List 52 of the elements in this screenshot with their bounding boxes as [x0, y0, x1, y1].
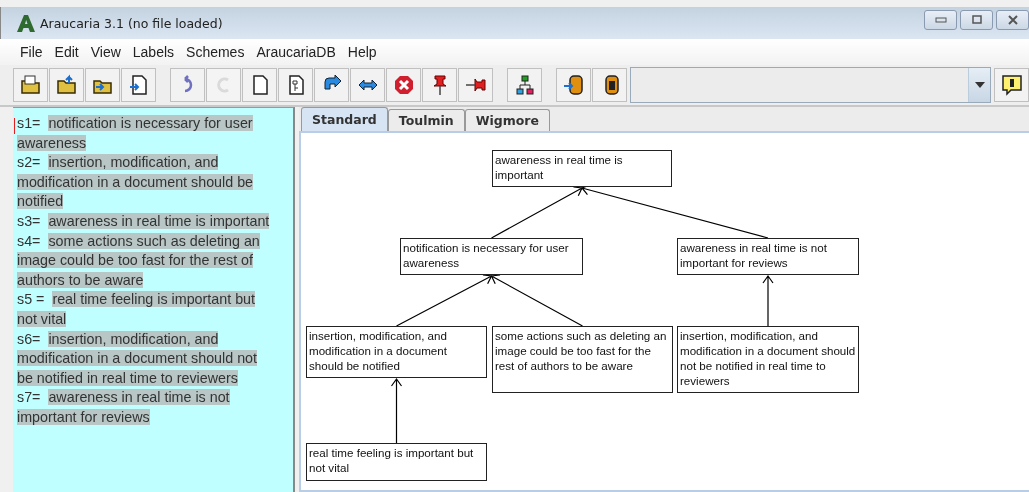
argument-node[interactable]: awareness in real time is not important for reviews — [677, 238, 859, 275]
toolbar-button[interactable] — [85, 68, 120, 102]
close-button[interactable] — [996, 10, 1029, 30]
labels-menu[interactable]: Labels — [132, 44, 175, 60]
arrow — [390, 377, 403, 444]
toolbar-button[interactable] — [458, 68, 493, 102]
maximize-button[interactable] — [960, 10, 993, 30]
toolbar-button[interactable] — [121, 68, 156, 102]
argument-node[interactable]: some actions such as deleting an image could be too fast for the rest of authors to be aware — [492, 326, 673, 393]
argument-node[interactable]: real time feeling is important but not vital — [306, 443, 487, 481]
app-icon — [17, 14, 35, 32]
argument-node[interactable]: insertion, modification, and modification in a document should be notified — [306, 326, 487, 378]
folder-icon — [55, 74, 78, 96]
window-title: Araucaria 3.1 (no file loaded) — [40, 15, 223, 31]
close-icon — [1006, 15, 1019, 25]
schemes-menu[interactable]: Schemes — [186, 44, 245, 60]
maximize-icon — [970, 15, 983, 25]
statement: s7= awareness in real time is not important for reviews — [17, 388, 231, 427]
view-tab[interactable]: Wigmore — [464, 109, 550, 131]
argument-node[interactable]: awareness in real time is important — [492, 150, 672, 187]
toolbar-button[interactable] — [49, 68, 84, 102]
toolbar-button[interactable] — [13, 68, 48, 102]
toolbar-button[interactable] — [592, 68, 627, 102]
text-cursor — [14, 118, 15, 134]
toolbar-button[interactable] — [350, 68, 385, 102]
toolbar-button[interactable] — [422, 68, 457, 102]
toolbar-button[interactable] — [507, 68, 542, 102]
tree-icon — [513, 74, 536, 96]
toolbar-button[interactable] — [556, 68, 591, 102]
minimize-icon — [934, 17, 947, 23]
dropdown-caret-icon — [974, 82, 985, 88]
arrow — [762, 274, 774, 327]
undo-button[interactable] — [170, 68, 205, 102]
view-tab[interactable]: Standard — [301, 107, 388, 131]
statement: s3= awareness in real time is important — [17, 211, 271, 231]
view-tab[interactable]: Toulmin — [387, 109, 465, 131]
toolbar-button[interactable] — [278, 68, 313, 102]
database-icon — [562, 74, 585, 96]
file-menu[interactable]: File — [20, 44, 43, 60]
document-icon — [127, 74, 150, 96]
toolbar-button[interactable] — [314, 68, 349, 102]
help-icon — [1000, 74, 1023, 96]
toolbar-button[interactable] — [242, 68, 277, 102]
folder-icon — [19, 74, 42, 96]
help-button[interactable] — [994, 68, 1029, 102]
help-menu[interactable]: Help — [347, 44, 377, 60]
delete-icon — [392, 74, 415, 96]
edit-menu[interactable]: Edit — [54, 44, 79, 60]
argument-node[interactable]: notification is necessary for user awareness — [400, 238, 583, 275]
database-menu[interactable]: AraucariaDB — [256, 44, 336, 60]
argument-node[interactable]: insertion, modification, and modification in a document should not be notified in real time to reviewers — [677, 326, 859, 393]
view-menu[interactable]: View — [90, 44, 121, 60]
